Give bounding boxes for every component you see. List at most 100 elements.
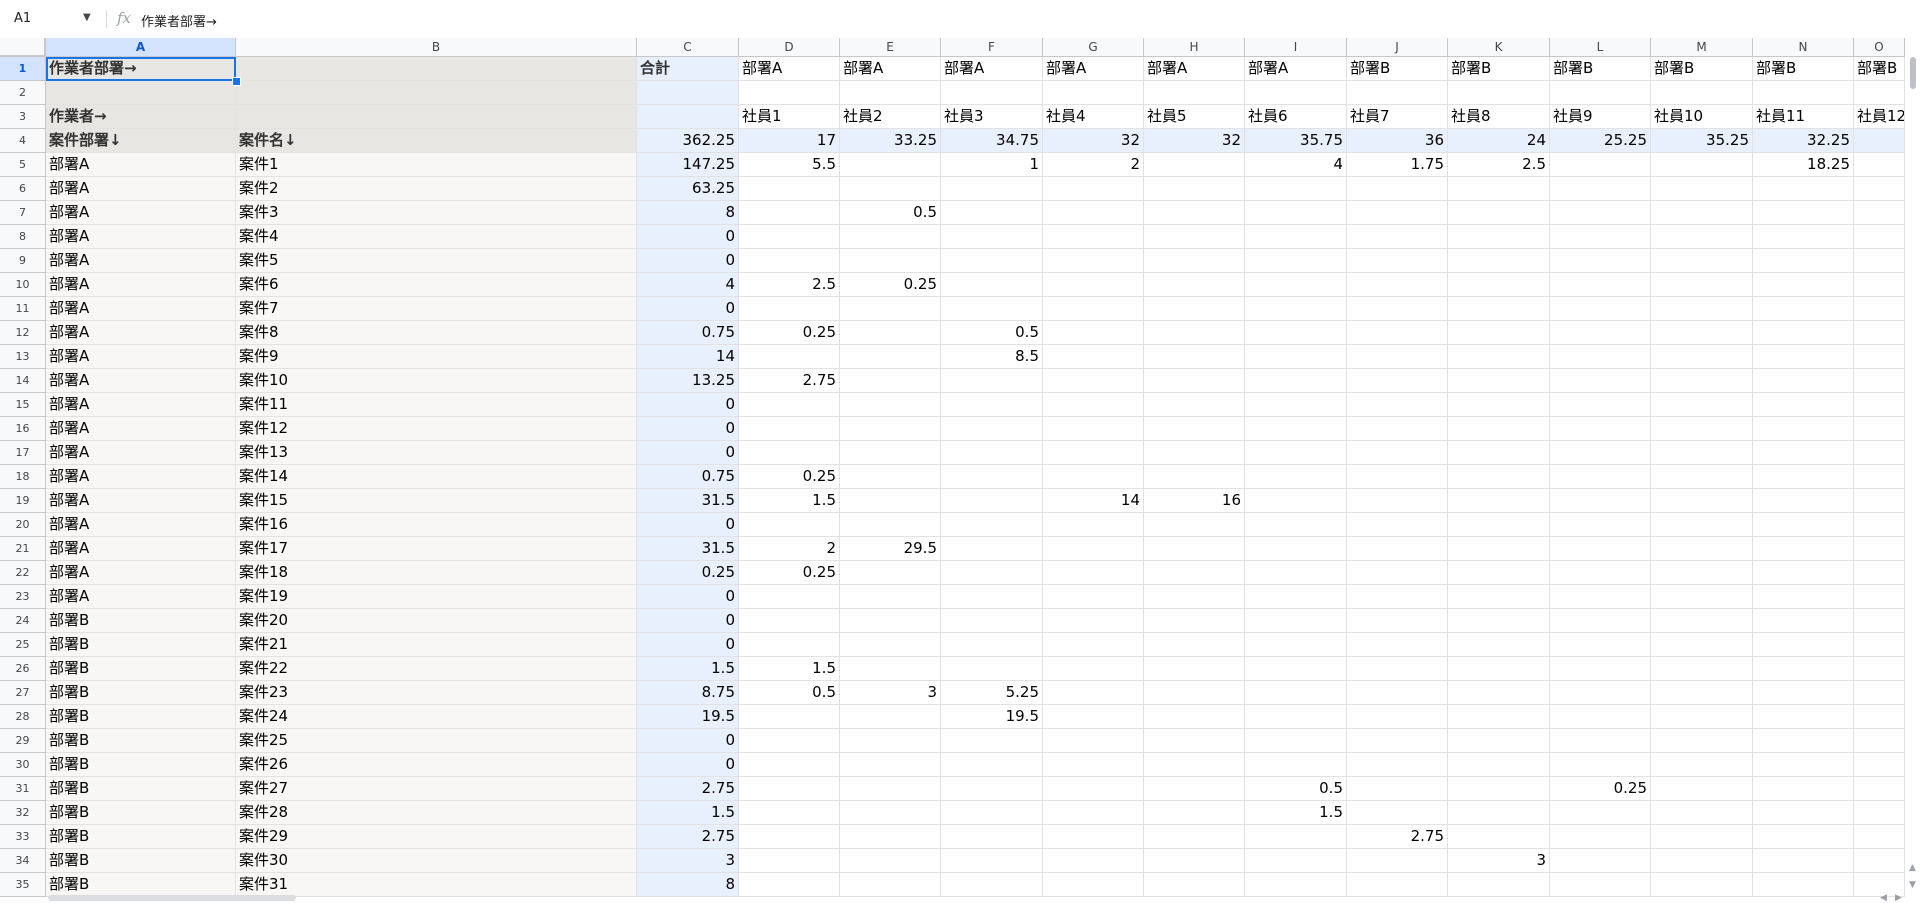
- row-header-12[interactable]: 12: [0, 321, 46, 345]
- cell-g19[interactable]: 14: [1043, 489, 1144, 513]
- cell-n4[interactable]: 32.25: [1753, 129, 1854, 153]
- cell-d25[interactable]: [739, 633, 840, 657]
- cell-i1[interactable]: 部署A: [1245, 57, 1347, 81]
- cell-g25[interactable]: [1043, 633, 1144, 657]
- cell-j30[interactable]: [1347, 753, 1448, 777]
- select-all-corner[interactable]: [0, 38, 46, 57]
- cell-o2[interactable]: [1854, 81, 1905, 105]
- cell-g11[interactable]: [1043, 297, 1144, 321]
- cell-n23[interactable]: [1753, 585, 1854, 609]
- cell-d26[interactable]: 1.5: [739, 657, 840, 681]
- cell-f19[interactable]: [941, 489, 1043, 513]
- row-header-13[interactable]: 13: [0, 345, 46, 369]
- row-header-2[interactable]: 2: [0, 81, 46, 105]
- cell-i11[interactable]: [1245, 297, 1347, 321]
- cell-d27[interactable]: 0.5: [739, 681, 840, 705]
- cell-l18[interactable]: [1550, 465, 1651, 489]
- cell-d4[interactable]: 17: [739, 129, 840, 153]
- cell-k13[interactable]: [1448, 345, 1550, 369]
- row-header-10[interactable]: 10: [0, 273, 46, 297]
- cell-m8[interactable]: [1651, 225, 1753, 249]
- cell-h34[interactable]: [1144, 849, 1245, 873]
- cell-m4[interactable]: 35.25: [1651, 129, 1753, 153]
- cell-n27[interactable]: [1753, 681, 1854, 705]
- cell-b26[interactable]: 案件22: [236, 657, 637, 681]
- cell-c30[interactable]: 0: [637, 753, 739, 777]
- cell-j21[interactable]: [1347, 537, 1448, 561]
- name-box[interactable]: A1 ▼: [0, 0, 104, 38]
- cell-e6[interactable]: [840, 177, 941, 201]
- cell-b18[interactable]: 案件14: [236, 465, 637, 489]
- cell-g30[interactable]: [1043, 753, 1144, 777]
- cell-k8[interactable]: [1448, 225, 1550, 249]
- cell-f4[interactable]: 34.75: [941, 129, 1043, 153]
- cell-e28[interactable]: [840, 705, 941, 729]
- cell-l33[interactable]: [1550, 825, 1651, 849]
- cell-l6[interactable]: [1550, 177, 1651, 201]
- cell-b25[interactable]: 案件21: [236, 633, 637, 657]
- cell-m23[interactable]: [1651, 585, 1753, 609]
- cell-n29[interactable]: [1753, 729, 1854, 753]
- row-header-25[interactable]: 25: [0, 633, 46, 657]
- cell-f6[interactable]: [941, 177, 1043, 201]
- cell-m32[interactable]: [1651, 801, 1753, 825]
- cell-k19[interactable]: [1448, 489, 1550, 513]
- row-header-14[interactable]: 14: [0, 369, 46, 393]
- cell-j1[interactable]: 部署B: [1347, 57, 1448, 81]
- cell-j31[interactable]: [1347, 777, 1448, 801]
- cell-m9[interactable]: [1651, 249, 1753, 273]
- cell-o7[interactable]: [1854, 201, 1905, 225]
- cell-n30[interactable]: [1753, 753, 1854, 777]
- cell-g16[interactable]: [1043, 417, 1144, 441]
- cell-c12[interactable]: 0.75: [637, 321, 739, 345]
- cell-i27[interactable]: [1245, 681, 1347, 705]
- cell-c26[interactable]: 1.5: [637, 657, 739, 681]
- cell-g24[interactable]: [1043, 609, 1144, 633]
- cell-b12[interactable]: 案件8: [236, 321, 637, 345]
- cell-h1[interactable]: 部署A: [1144, 57, 1245, 81]
- cell-m14[interactable]: [1651, 369, 1753, 393]
- cell-d23[interactable]: [739, 585, 840, 609]
- cell-d21[interactable]: 2: [739, 537, 840, 561]
- cell-j20[interactable]: [1347, 513, 1448, 537]
- cell-l15[interactable]: [1550, 393, 1651, 417]
- cell-g20[interactable]: [1043, 513, 1144, 537]
- cell-g23[interactable]: [1043, 585, 1144, 609]
- cell-j8[interactable]: [1347, 225, 1448, 249]
- cell-o26[interactable]: [1854, 657, 1905, 681]
- cell-m30[interactable]: [1651, 753, 1753, 777]
- cell-a7[interactable]: 部署A: [46, 201, 236, 225]
- row-header-27[interactable]: 27: [0, 681, 46, 705]
- cell-f20[interactable]: [941, 513, 1043, 537]
- cell-l30[interactable]: [1550, 753, 1651, 777]
- cell-o3[interactable]: 社員12: [1854, 105, 1905, 129]
- cell-b28[interactable]: 案件24: [236, 705, 637, 729]
- cell-l23[interactable]: [1550, 585, 1651, 609]
- cell-o15[interactable]: [1854, 393, 1905, 417]
- cell-l32[interactable]: [1550, 801, 1651, 825]
- cell-h23[interactable]: [1144, 585, 1245, 609]
- cell-f3[interactable]: 社員3: [941, 105, 1043, 129]
- cell-b20[interactable]: 案件16: [236, 513, 637, 537]
- cell-k1[interactable]: 部署B: [1448, 57, 1550, 81]
- cell-e29[interactable]: [840, 729, 941, 753]
- cell-g3[interactable]: 社員4: [1043, 105, 1144, 129]
- cell-h15[interactable]: [1144, 393, 1245, 417]
- cell-c18[interactable]: 0.75: [637, 465, 739, 489]
- cell-l3[interactable]: 社員9: [1550, 105, 1651, 129]
- row-header-35[interactable]: 35: [0, 873, 46, 897]
- cell-h12[interactable]: [1144, 321, 1245, 345]
- cell-c25[interactable]: 0: [637, 633, 739, 657]
- cell-a27[interactable]: 部署B: [46, 681, 236, 705]
- cell-d11[interactable]: [739, 297, 840, 321]
- cell-o34[interactable]: [1854, 849, 1905, 873]
- cell-g32[interactable]: [1043, 801, 1144, 825]
- cell-i4[interactable]: 35.75: [1245, 129, 1347, 153]
- row-header-6[interactable]: 6: [0, 177, 46, 201]
- cell-h29[interactable]: [1144, 729, 1245, 753]
- column-header-i[interactable]: I: [1245, 38, 1347, 57]
- cell-g4[interactable]: 32: [1043, 129, 1144, 153]
- cell-j7[interactable]: [1347, 201, 1448, 225]
- cell-l26[interactable]: [1550, 657, 1651, 681]
- cell-o28[interactable]: [1854, 705, 1905, 729]
